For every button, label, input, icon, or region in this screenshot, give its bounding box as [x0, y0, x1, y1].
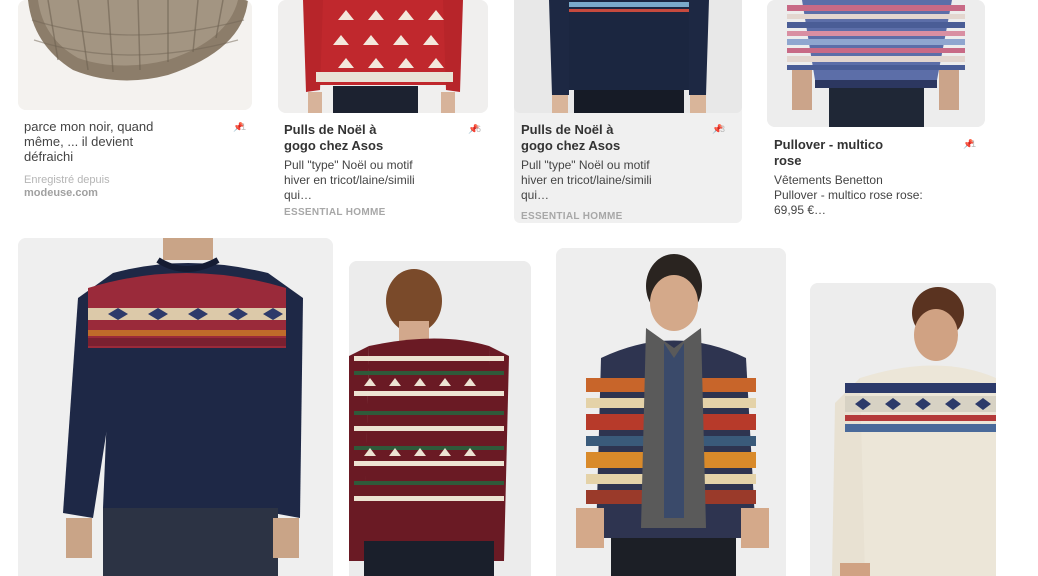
shawl-cardigan-image[interactable]	[556, 248, 786, 576]
pin3-description: Pull "type" Noël ou motif hiver en trico…	[521, 158, 652, 202]
pin-icon: 📌	[468, 124, 480, 134]
pin2-repin-number: 6	[476, 124, 482, 134]
pin-icon: 📌	[233, 122, 245, 132]
pin2-source[interactable]: ESSENTIAL HOMME	[284, 207, 386, 218]
red-reindeer-sweater-image[interactable]	[278, 0, 488, 113]
hat-image[interactable]	[18, 0, 252, 110]
pin1-repin-number: 1	[241, 122, 247, 132]
pin3-repin-number: 3	[720, 124, 726, 134]
pin3-title[interactable]: Pulls de Noël à gogo chez Asos	[521, 122, 641, 154]
pin4-repin-count[interactable]: 📌1	[963, 139, 976, 149]
navy-fairisle-sweater-image[interactable]	[514, 0, 742, 113]
pin4-title[interactable]: Pullover - multico rose	[774, 137, 904, 169]
pin3-source[interactable]: ESSENTIAL HOMME	[521, 211, 623, 222]
pin-icon: 📌	[712, 124, 724, 134]
pin3-repin-count[interactable]: 📌3	[712, 124, 725, 134]
pin1-description[interactable]: parce mon noir, quand même, ... il devie…	[24, 119, 184, 164]
pin2-title[interactable]: Pulls de Noël à gogo chez Asos	[284, 122, 404, 154]
navy-red-yoke-sweater-image[interactable]	[18, 238, 333, 576]
pin-icon: 📌	[963, 139, 975, 149]
saved-from-domain[interactable]: modeuse.com	[24, 187, 184, 200]
pin1-repin-count[interactable]: 📌1	[233, 122, 246, 132]
pin2-description: Pull "type" Noël ou motif hiver en trico…	[284, 158, 415, 202]
pin4-description: Vêtements Benetton Pullover - multico ro…	[774, 173, 923, 217]
striped-multicolor-sweater-image[interactable]	[767, 0, 985, 127]
reindeer-back-sweater-image[interactable]	[349, 261, 531, 576]
pin4-repin-number: 1	[971, 139, 977, 149]
pin2-repin-count[interactable]: 📌6	[468, 124, 481, 134]
cream-nordic-sweater-image[interactable]	[810, 283, 996, 576]
saved-from-label: Enregistré depuis	[24, 174, 110, 186]
pin1-saved-from[interactable]: Enregistré depuis modeuse.com	[24, 174, 184, 200]
